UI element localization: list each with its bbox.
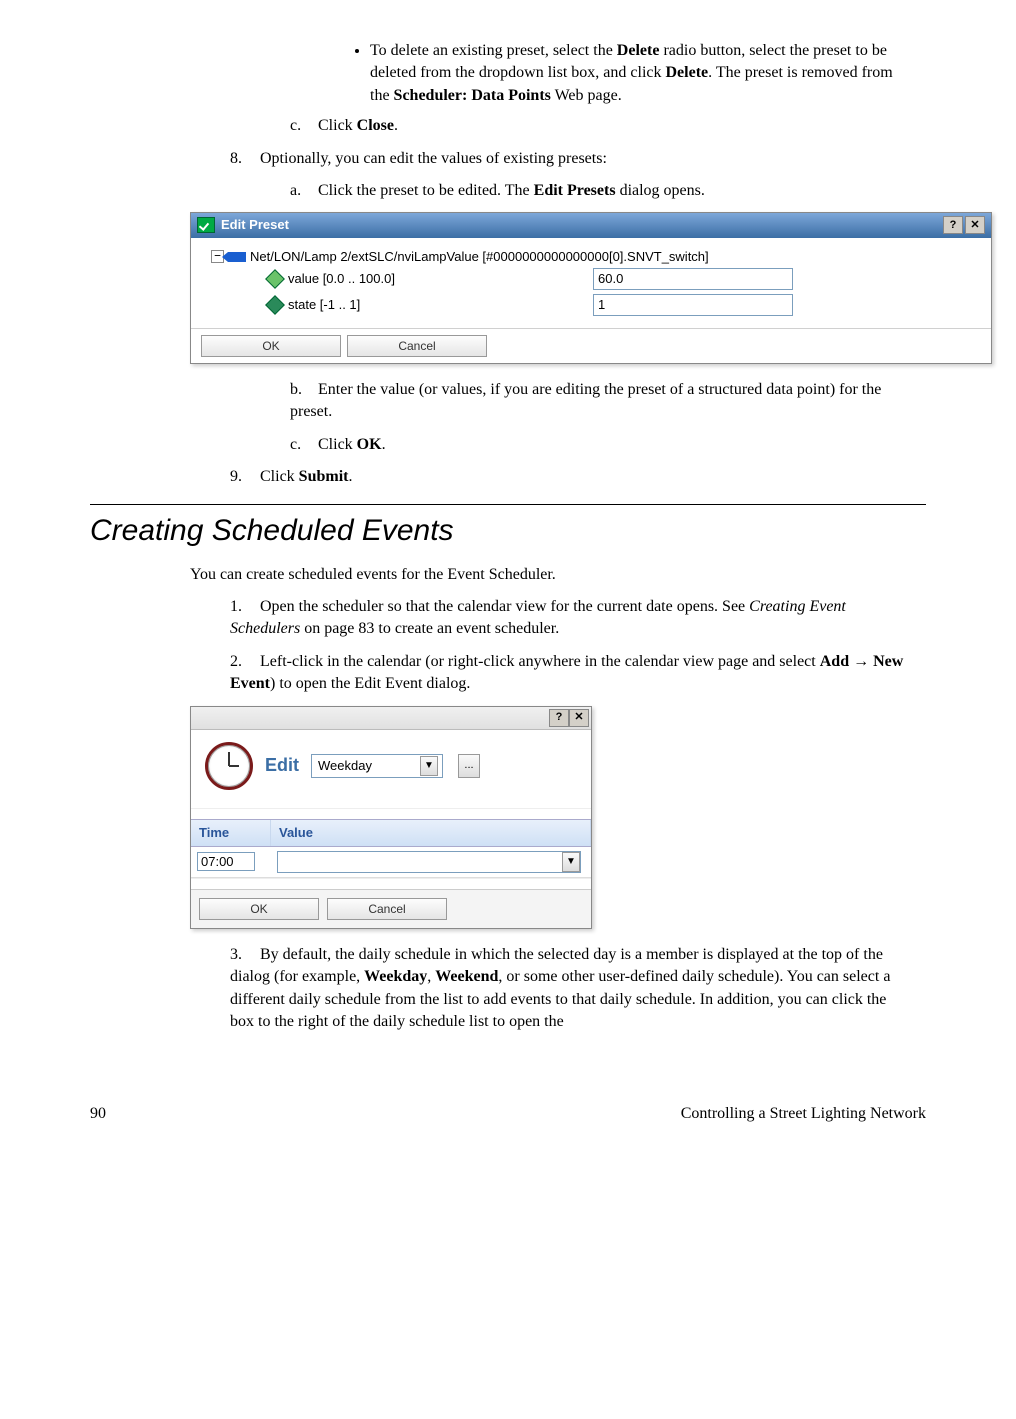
schedule-input[interactable]: [316, 757, 420, 774]
cancel-button[interactable]: Cancel: [347, 335, 487, 357]
tree-row-value[interactable]: value [0.0 .. 100.0]: [211, 270, 591, 288]
footer-title: Controlling a Street Lighting Network: [681, 1103, 926, 1125]
event-grid-row: ▼: [191, 847, 591, 878]
chevron-down-icon[interactable]: ▼: [420, 756, 438, 776]
step-9: 9.Click Submit.: [230, 466, 906, 488]
more-button[interactable]: ...: [458, 754, 480, 778]
col-value: Value: [271, 820, 591, 846]
diamond-icon: [265, 269, 285, 289]
close-button[interactable]: ✕: [965, 216, 985, 234]
section-divider: [90, 504, 926, 505]
bullet-delete-preset: To delete an existing preset, select the…: [370, 40, 906, 107]
tag-icon: [228, 252, 246, 262]
diamond-icon: [265, 295, 285, 315]
ok-button[interactable]: OK: [199, 898, 319, 920]
dialog-title: Edit Preset: [221, 216, 289, 234]
dialog-titlebar: Edit Preset ? ✕: [191, 213, 991, 237]
sched-step-3: 3.By default, the daily schedule in whic…: [230, 944, 906, 1034]
step-8a: a.Click the preset to be edited. The Edi…: [290, 180, 926, 202]
cancel-button[interactable]: Cancel: [327, 898, 447, 920]
section-heading: Creating Scheduled Events: [90, 510, 926, 552]
value-input[interactable]: 60.0: [593, 268, 793, 290]
page-footer: 90 Controlling a Street Lighting Network: [90, 1103, 926, 1125]
tree-root-row[interactable]: − Net/LON/Lamp 2/extSLC/nviLampValue [#0…: [211, 248, 971, 266]
edit-preset-dialog: Edit Preset ? ✕ − Net/LON/Lamp 2/extSLC/…: [190, 212, 992, 364]
edit-event-dialog: ? ✕ Edit ▼ ... Time Value ▼ OK Cancel: [190, 706, 592, 929]
sched-step-2: 2.Left-click in the calendar (or right-c…: [230, 651, 906, 696]
col-time: Time: [191, 820, 271, 846]
step-c-close: c.Click Close.: [290, 115, 926, 137]
schedule-combo[interactable]: ▼: [311, 754, 443, 778]
step-8b: b.Enter the value (or values, if you are…: [290, 379, 926, 424]
state-input[interactable]: 1: [593, 294, 793, 316]
app-icon: [197, 217, 215, 233]
step-8c: c.Click OK.: [290, 434, 926, 456]
event-grid-header: Time Value: [191, 819, 591, 847]
time-input[interactable]: [197, 852, 255, 871]
chevron-down-icon[interactable]: ▼: [562, 852, 580, 872]
value-combo[interactable]: ▼: [277, 851, 581, 873]
event-titlebar: ? ✕: [191, 707, 591, 730]
edit-label: Edit: [265, 753, 299, 778]
value-input[interactable]: [278, 852, 562, 872]
tree-root-label: Net/LON/Lamp 2/extSLC/nviLampValue [#000…: [250, 248, 709, 266]
sched-step-1: 1.Open the scheduler so that the calenda…: [230, 596, 906, 641]
clock-icon: [205, 742, 253, 790]
intro-text: You can create scheduled events for the …: [190, 564, 906, 586]
step-8: 8.Optionally, you can edit the values of…: [230, 148, 906, 170]
help-button[interactable]: ?: [943, 216, 963, 234]
tree-row-state[interactable]: state [-1 .. 1]: [211, 296, 591, 314]
help-button[interactable]: ?: [549, 709, 569, 727]
ok-button[interactable]: OK: [201, 335, 341, 357]
page-number: 90: [90, 1103, 106, 1125]
close-button[interactable]: ✕: [569, 709, 589, 727]
